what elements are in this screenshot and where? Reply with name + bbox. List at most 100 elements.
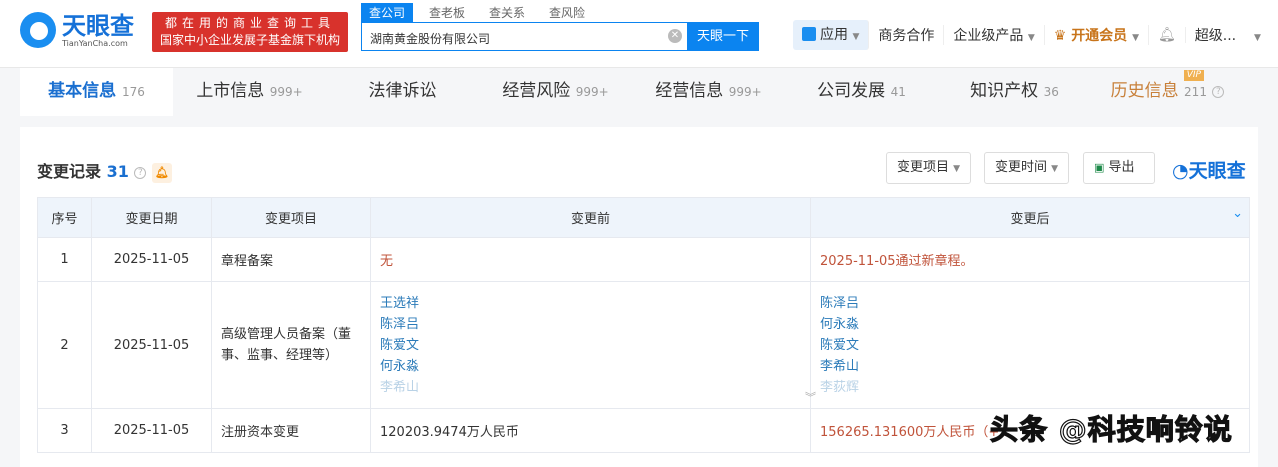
tab-risk[interactable]: 经营风险 999+ [479,68,632,116]
watermark: 头条 @科技响铃说 [989,412,1233,446]
logo-icon: ◔ [1172,160,1189,182]
notification-bell-icon[interactable]: 🔔︎ [1149,27,1186,43]
slogan-line-2: 国家中小企业发展子基金旗下机构 [159,33,340,47]
search-button[interactable]: 天眼一下 [687,22,759,51]
before-value: 120203.9474万人民币 [370,408,811,453]
tab-label: 公司发展 [817,81,886,101]
filter-time-label: 变更时间 [995,160,1048,175]
vip-badge: VIP [1183,70,1204,81]
logo-domain: TianYanCha.com [62,38,128,48]
tab-label: 知识产权 [970,81,1039,101]
apps-grid-icon [802,27,816,41]
col-header: 变更前 [370,197,811,238]
logo-icon [20,12,56,48]
change-item: 章程备案 [211,237,371,282]
enterprise-label: 企业级产品 [953,28,1024,44]
row-number: 1 [37,237,92,282]
person-link[interactable]: 李希山 [380,377,801,398]
person-link[interactable]: 李希山 [820,356,1240,377]
chevron-down-icon: ▼ [1253,33,1261,43]
tab-count: 41 [890,85,906,99]
row-number: 2 [37,281,92,409]
slogan-banner: 都在用的商业查询工具 国家中小企业发展子基金旗下机构 [152,12,348,52]
col-header: 变更项目 [211,197,371,238]
record-count: 31 [106,162,129,181]
excel-icon: ▣ [1094,161,1105,174]
table-row: 2 2025-11-05 高级管理人员备案（董事、监事、经理等） 王选祥 陈泽吕陈… [37,281,1250,409]
search-tab-risk[interactable]: 查风险 [541,3,593,22]
search-tab-relation[interactable]: 查关系 [481,3,533,22]
tab-listing-info[interactable]: 上市信息 999+ [173,68,326,116]
filter-item-dropdown[interactable]: 变更项目 ▼ [886,152,972,184]
section-title-text: 变更记录 [37,162,102,181]
tab-label: 历史信息 [1110,81,1179,101]
table-header: 序号 变更日期 变更项目 变更前 变更后 ⌄ [37,197,1250,238]
monitor-bell-icon[interactable]: 🔔︎ [152,163,173,183]
change-date: 2025-11-05 [91,281,212,409]
tab-ip[interactable]: 知识产权 36 [938,68,1091,116]
chevron-down-icon: ▼ [1027,33,1035,43]
col-header: 变更日期 [91,197,212,238]
tab-count: 211 [1184,85,1207,99]
export-label: 导出 [1108,160,1135,175]
change-item: 注册资本变更 [211,408,371,453]
export-button[interactable]: ▣ 导出 [1083,152,1155,184]
apps-label: 应用 [820,27,848,43]
logo-text: 天眼查 [62,11,134,40]
top-nav: 应用 ▼ 商务合作 企业级产品 ▼ ♛ 开通会员 ▼ 🔔︎ 超级... ▼ [793,20,1270,50]
clear-icon[interactable]: ✕ [668,29,682,43]
top-header: 天眼查 TianYanCha.com 都在用的商业查询工具 国家中小企业发展子基金旗… [0,0,1278,68]
vip-menu[interactable]: ♛ 开通会员 ▼ [1045,25,1149,45]
tab-label: 经营信息 [655,81,724,101]
change-item: 高级管理人员备案（董事、监事、经理等） [211,281,371,409]
enterprise-menu[interactable]: 企业级产品 ▼ [944,25,1045,45]
person-link[interactable]: 陈爱文 [380,335,801,356]
table-row: 1 2025-11-05 章程备案 无 2025-11-05通过新章程。 [37,237,1250,282]
person-link[interactable]: 陈爱文 [820,335,1240,356]
brand-logo: ◔天眼查 [1172,156,1246,183]
row-number: 3 [37,408,92,453]
person-link[interactable]: 陈泽吕 [380,314,801,335]
tab-count: 999+ [269,85,303,99]
tab-label: 上市信息 [196,81,265,101]
chevron-down-icon: ▼ [852,32,860,42]
slogan-line-1: 都在用的商业查询工具 [164,16,335,30]
person-link[interactable]: 何永淼 [380,356,801,377]
tab-development[interactable]: 公司发展 41 [785,68,938,116]
change-date: 2025-11-05 [91,408,212,453]
company-tabs: 基本信息 176 上市信息 999+ 法律诉讼 经营风险 999+ 经营信息 9… [20,68,1250,116]
tab-operations[interactable]: 经营信息 999+ [632,68,785,116]
chevron-down-icon: ▼ [953,164,961,174]
search-tab-company[interactable]: 查公司 [361,3,414,22]
person-link[interactable]: 王选祥 [380,293,801,314]
crown-icon: ♛ [1053,28,1067,44]
tab-basic-info[interactable]: 基本信息 176 [20,68,173,116]
before-value: 无 [370,237,811,282]
tab-count: 999+ [728,85,762,99]
tab-count: 36 [1043,85,1059,99]
after-value: 2025-11-05通过新章程。 [810,237,1250,282]
help-icon[interactable]: ? [134,167,147,179]
user-name: 超级... [1194,28,1237,44]
filter-time-dropdown[interactable]: 变更时间 ▼ [984,152,1070,184]
search-input[interactable]: 湖南黄金股份有限公司 ✕ [361,22,691,51]
search-type-tabs: 查公司 查老板 查关系 查风险 [361,3,601,22]
help-icon[interactable]: ? [1212,86,1225,98]
user-menu[interactable]: 超级... ▼ [1186,25,1270,45]
chevron-down-icon: ▼ [1132,33,1139,43]
tab-label: 法律诉讼 [368,81,437,101]
expand-chevron-icon[interactable]: ︾ [805,387,816,408]
collapse-chevron-icon[interactable]: ⌄ [1232,206,1243,221]
person-link[interactable]: 李荻辉 [820,377,1240,398]
tab-history[interactable]: VIP 历史信息 211 ? [1091,68,1244,116]
tab-legal[interactable]: 法律诉讼 [326,68,479,116]
search-value: 湖南黄金股份有限公司 [370,32,491,46]
apps-menu[interactable]: 应用 ▼ [793,20,870,50]
search-tab-boss[interactable]: 查老板 [421,3,473,22]
business-link[interactable]: 商务合作 [869,25,945,45]
col-header: 序号 [37,197,92,238]
person-link[interactable]: 陈泽吕 [820,293,1240,314]
person-link[interactable]: 何永淼 [820,314,1240,335]
tianyancha-logo[interactable]: 天眼查 TianYanCha.com [20,12,134,48]
tab-label: 经营风险 [502,81,571,101]
